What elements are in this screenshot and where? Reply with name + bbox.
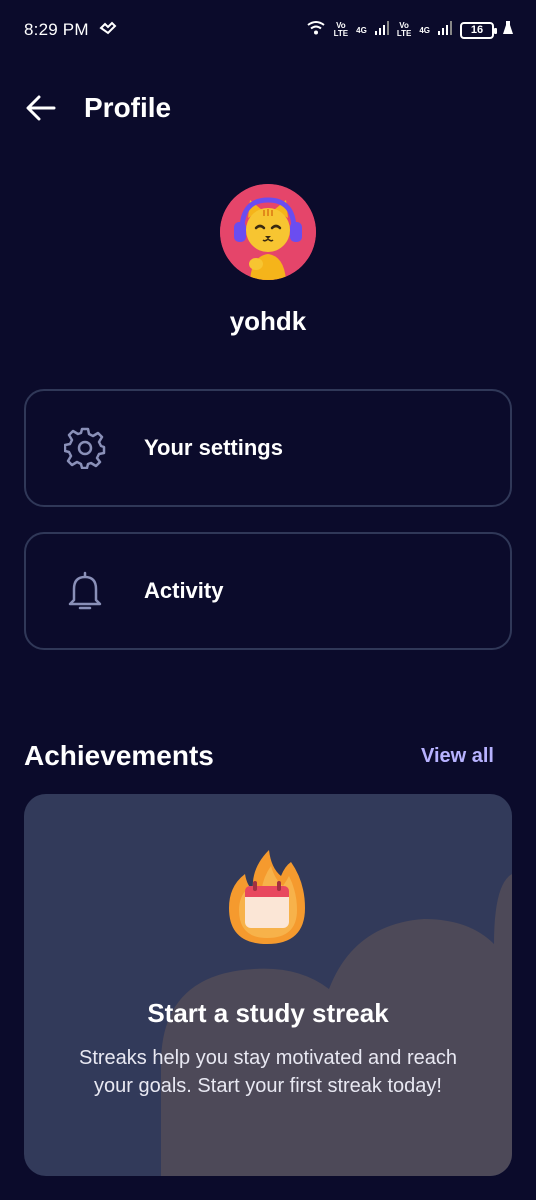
signal-icon-1 — [374, 20, 389, 40]
activity-button[interactable]: Activity — [24, 532, 512, 650]
settings-button[interactable]: Your settings — [24, 389, 512, 507]
bell-icon — [26, 570, 144, 612]
view-all-link[interactable]: View all — [421, 745, 494, 768]
streak-calendar-icon — [221, 846, 313, 946]
avatar — [220, 184, 316, 280]
status-time: 8:29 PM — [24, 20, 89, 39]
app-notification-icon — [99, 20, 117, 40]
arrow-left-icon — [26, 95, 56, 121]
achievements-title: Achievements — [24, 740, 214, 771]
profile-screen: 8:29 PM Vo LTE 4G Vo LTE 4G 16 Profile y… — [0, 0, 536, 1200]
network-gen-2: 4G — [419, 25, 430, 35]
cat-avatar-icon — [220, 184, 316, 280]
battery-indicator: 16 — [460, 21, 497, 39]
volte-indicator-2: Vo LTE — [396, 21, 412, 38]
app-header: Profile — [24, 84, 171, 132]
activity-label: Activity — [144, 578, 224, 603]
back-button[interactable] — [24, 91, 58, 125]
page-title: Profile — [84, 92, 172, 123]
settings-label: Your settings — [144, 435, 283, 460]
streak-description: Streaks help you stay motivated and reac… — [79, 1047, 457, 1097]
streak-card: Start a study streak Streaks help you st… — [24, 794, 512, 1176]
streak-title: Start a study streak — [147, 998, 389, 1028]
network-gen-1: 4G — [356, 25, 367, 35]
flask-icon — [502, 20, 514, 41]
gear-icon — [26, 427, 144, 469]
wifi-icon — [306, 20, 326, 41]
signal-icon-2 — [438, 20, 452, 40]
status-bar: 8:29 PM Vo LTE 4G Vo LTE 4G 16 — [0, 0, 536, 60]
volte-indicator-1: Vo LTE — [333, 21, 349, 38]
username: yohdk — [229, 306, 307, 336]
